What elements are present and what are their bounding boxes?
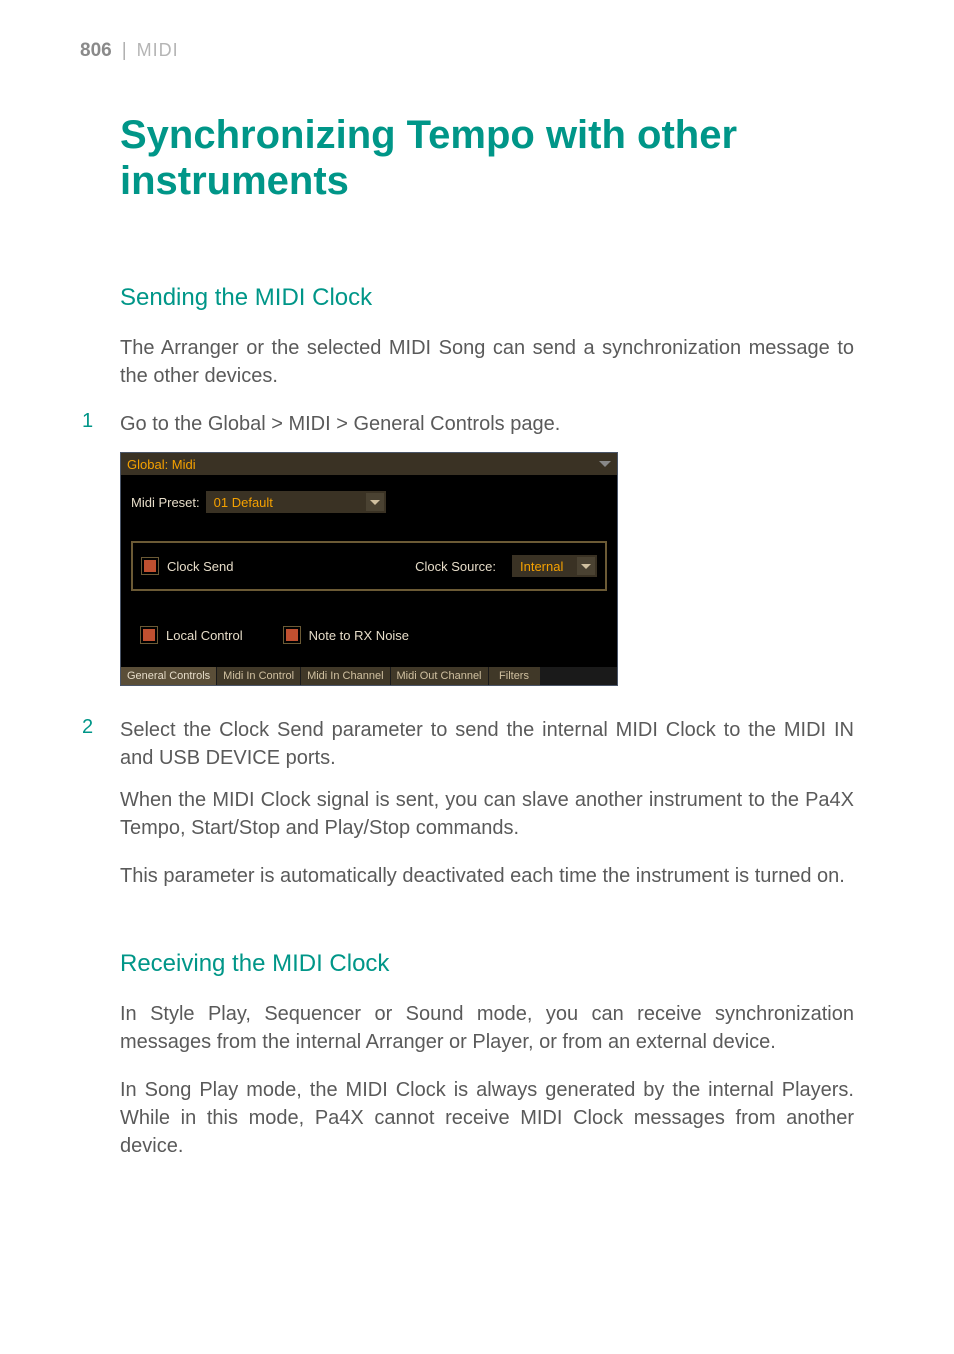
page-root: 806 | MIDI Synchronizing Tempo with othe… [0, 0, 954, 1220]
note-rx-checkbox[interactable]: Note to RX Noise [283, 626, 409, 644]
s2-g2: MIDI IN [784, 719, 854, 741]
section1-para3: This parameter is automatically deactiva… [120, 862, 854, 890]
controls-row: Local Control Note to RX Noise [131, 613, 607, 657]
step-2-body: Select the Clock Send parameter to send … [120, 716, 854, 772]
dropdown-icon [366, 493, 384, 511]
clock-source-value: Internal [520, 559, 563, 574]
s2-pre: Select the [120, 719, 219, 741]
header-section: MIDI [137, 40, 179, 61]
content: Sending the MIDI Clock The Arranger or t… [120, 284, 854, 1160]
section2-para2: In Song Play mode, the MIDI Clock is alw… [120, 1076, 854, 1160]
page-header: 806 | MIDI [80, 40, 874, 62]
step-1-text-post: page. [505, 413, 561, 435]
midi-settings-panel: Global: Midi Midi Preset: 01 Default Clo… [120, 452, 618, 686]
panel-title: Global: Midi [127, 457, 196, 472]
step-1-number: 1 [82, 410, 98, 438]
step-1-text-pre: Go to the [120, 413, 208, 435]
clock-send-checkbox[interactable]: Clock Send [141, 557, 233, 575]
s2-g1: Clock Send [219, 719, 324, 741]
s2-g3: USB DEVICE [159, 747, 280, 769]
step-2: 2 Select the Clock Send parameter to sen… [120, 716, 854, 772]
midi-preset-row: Midi Preset: 01 Default [131, 491, 607, 513]
clock-row: Clock Send Clock Source: Internal [131, 541, 607, 591]
checkbox-icon [283, 626, 301, 644]
page-number: 806 [80, 40, 112, 62]
dropdown-icon [577, 557, 595, 575]
section2-para1: In Style Play, Sequencer or Sound mode, … [120, 1000, 854, 1056]
panel-tabs: General Controls Midi In Control Midi In… [121, 667, 617, 685]
panel-menu-icon[interactable] [599, 461, 611, 467]
note-rx-label: Note to RX Noise [309, 628, 409, 643]
step-1: 1 Go to the Global > MIDI > General Cont… [120, 410, 854, 438]
section1-intro: The Arranger or the selected MIDI Song c… [120, 334, 854, 390]
checkbox-icon [140, 626, 158, 644]
step-1-body: Go to the Global > MIDI > General Contro… [120, 410, 560, 438]
clock-source-label: Clock Source: [415, 559, 496, 574]
clock-send-label: Clock Send [167, 559, 233, 574]
section1-heading: Sending the MIDI Clock [120, 284, 854, 312]
midi-preset-label: Midi Preset: [131, 495, 200, 510]
header-divider: | [122, 40, 127, 62]
tab-midi-out-channel[interactable]: Midi Out Channel [391, 667, 489, 685]
clock-source-select[interactable]: Internal [512, 555, 597, 577]
midi-preset-value: 01 Default [214, 495, 273, 510]
panel-titlebar: Global: Midi [121, 453, 617, 475]
step-2-number: 2 [82, 716, 98, 772]
local-control-label: Local Control [166, 628, 243, 643]
local-control-checkbox[interactable]: Local Control [140, 626, 243, 644]
page-title: Synchronizing Tempo with other instrumen… [120, 112, 834, 204]
tab-filters[interactable]: Filters [489, 667, 541, 685]
checkbox-icon [141, 557, 159, 575]
midi-preset-select[interactable]: 01 Default [206, 491, 386, 513]
step-1-text-gray: Global > MIDI > General Controls [208, 413, 505, 435]
tab-general-controls[interactable]: General Controls [121, 667, 217, 685]
section2-heading: Receiving the MIDI Clock [120, 950, 854, 978]
section1-para2: When the MIDI Clock signal is sent, you … [120, 786, 854, 842]
panel-body: Midi Preset: 01 Default Clock Send Clock… [121, 475, 617, 657]
s2-post: ports. [280, 747, 336, 769]
s2-m1: parameter to send the internal MIDI Cloc… [324, 719, 784, 741]
s2-m2: and [120, 747, 159, 769]
tab-midi-in-channel[interactable]: Midi In Channel [301, 667, 390, 685]
tab-midi-in-control[interactable]: Midi In Control [217, 667, 301, 685]
